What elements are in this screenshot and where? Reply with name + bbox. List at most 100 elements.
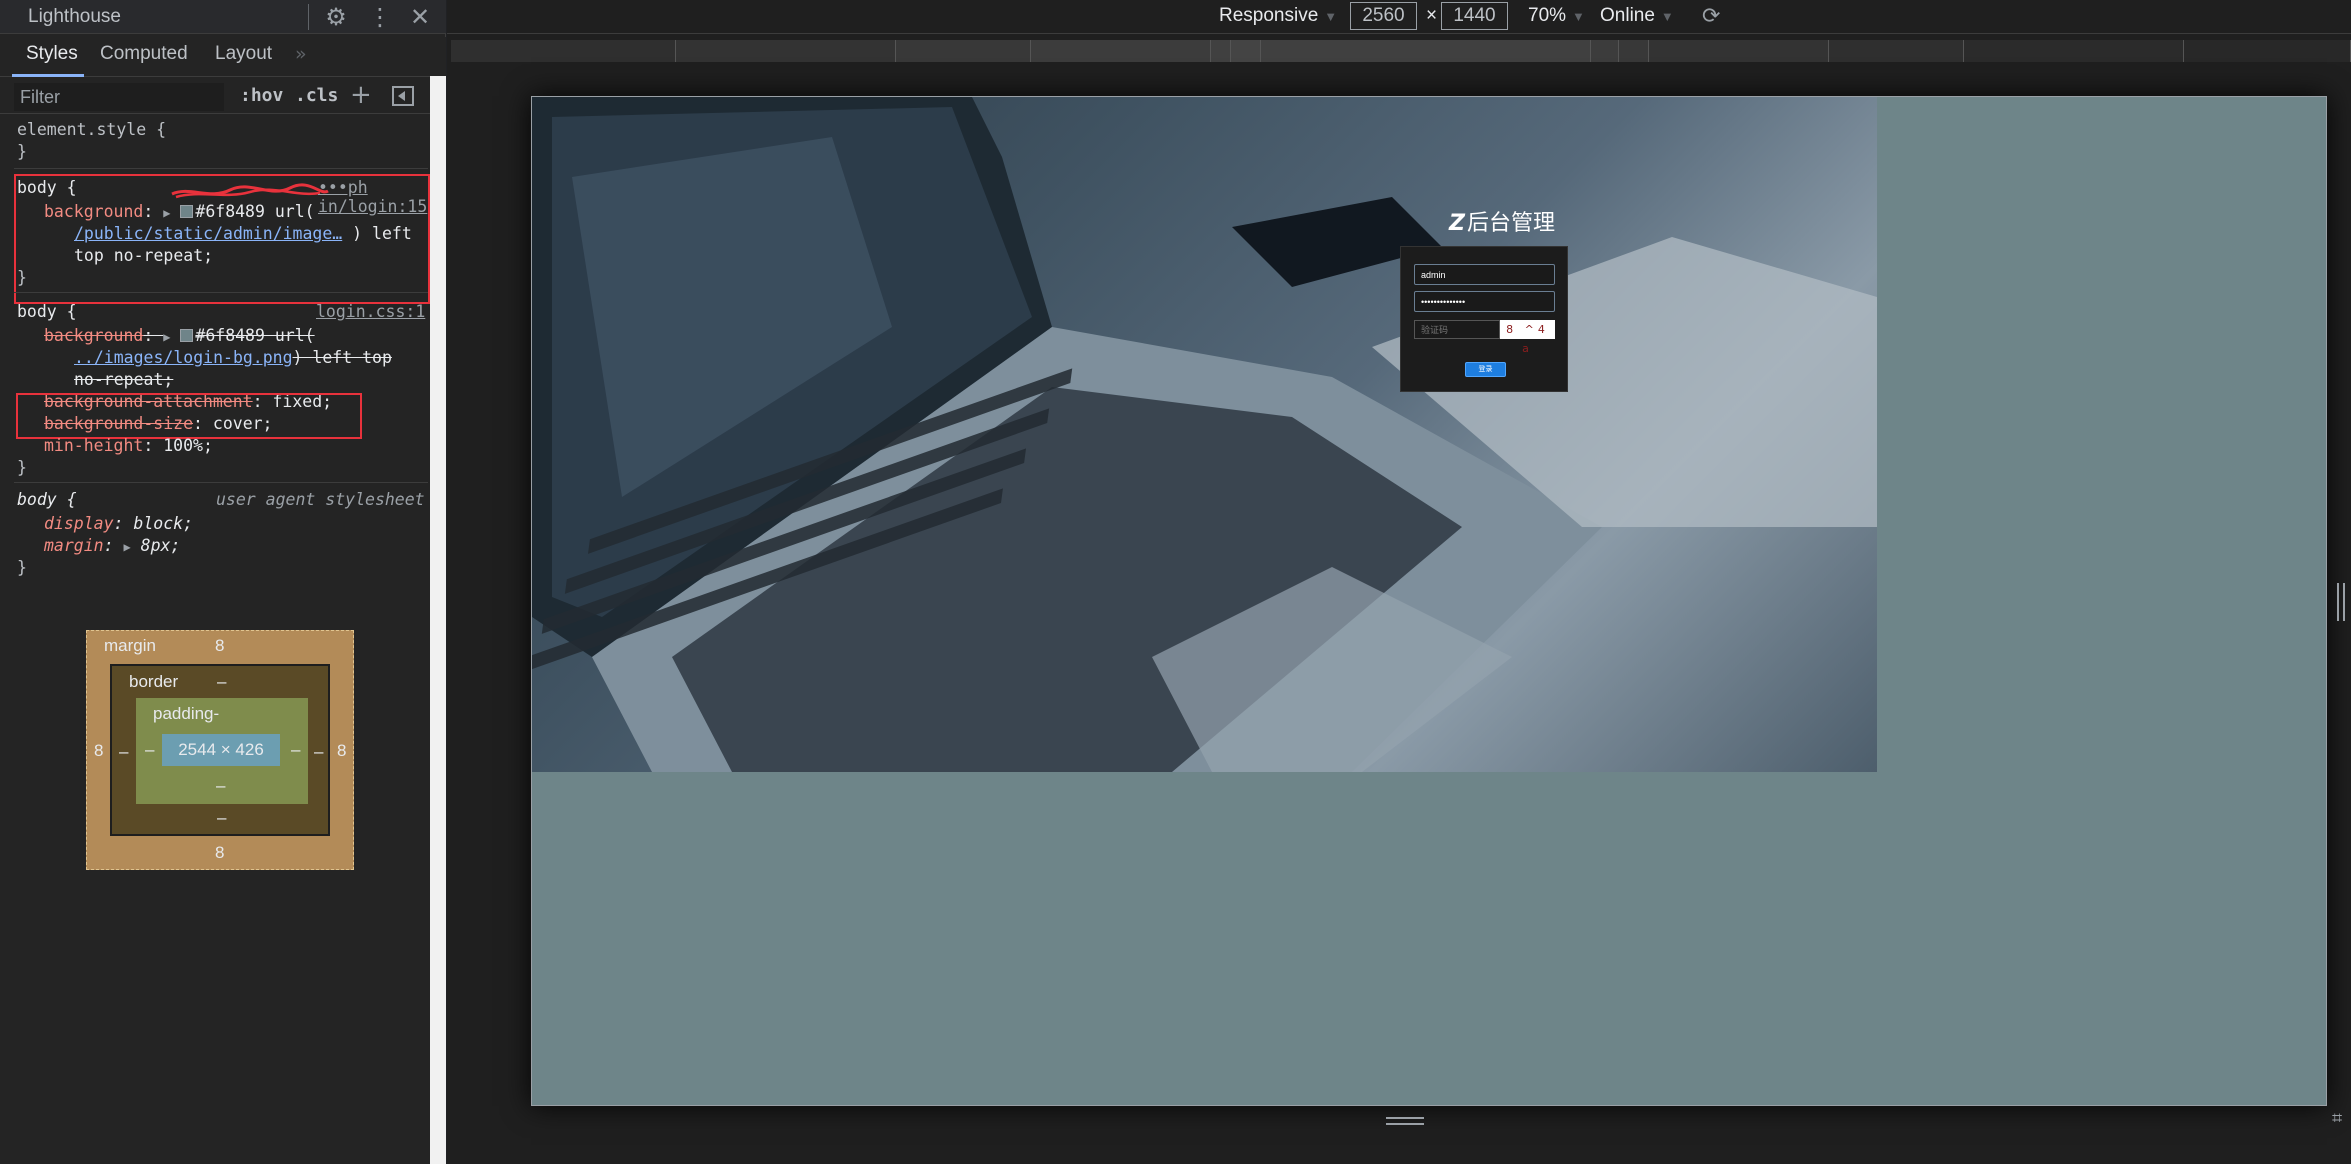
login-button[interactable]: 登录 xyxy=(1465,362,1506,377)
new-rule-button[interactable]: + xyxy=(350,80,372,110)
media-query-segment[interactable] xyxy=(1649,40,1829,62)
dimension-separator: × xyxy=(1426,5,1438,26)
property-name[interactable]: margin xyxy=(44,536,104,555)
login-form: 8 ^4 a 登录 xyxy=(1400,246,1568,392)
logo-text: 后台管理 xyxy=(1466,211,1555,236)
tabs-overflow-icon[interactable]: » xyxy=(295,43,307,65)
sidebar-tabs: Styles Computed Layout » xyxy=(0,37,446,77)
expand-triangle-icon[interactable]: ▶ xyxy=(163,330,170,344)
laptop-photo xyxy=(532,97,1877,772)
rule-close: } xyxy=(17,558,27,577)
rule3-selector[interactable]: body { xyxy=(17,490,77,509)
annotation-box-rule1 xyxy=(14,174,430,304)
media-query-segment[interactable] xyxy=(2184,40,2351,62)
box-model-border[interactable]: border – – – – padding- – – – 2544 × 426 xyxy=(110,664,330,836)
border-right-value[interactable]: – xyxy=(314,742,323,762)
rule3-source: user agent stylesheet xyxy=(216,490,425,509)
media-query-segment[interactable] xyxy=(1261,40,1591,62)
border-left-value[interactable]: – xyxy=(119,742,128,762)
resize-handle-right[interactable] xyxy=(2337,583,2345,621)
gear-icon[interactable]: ⚙ xyxy=(322,3,350,31)
devtools-panel: Lighthouse ⚙ ⋮ ✕ Styles Computed Layout … xyxy=(0,0,446,1164)
margin-bottom-value[interactable]: 8 xyxy=(215,843,224,863)
rule2-minheight-declaration[interactable]: min-height: 100%; xyxy=(44,436,213,455)
rule3-margin-declaration[interactable]: margin: ▶ 8px; xyxy=(44,536,180,555)
content-size-text: 2544 × 426 xyxy=(178,740,264,759)
property-value[interactable]: #6f8489 url( xyxy=(195,326,314,345)
expand-triangle-icon[interactable]: ▶ xyxy=(123,540,130,554)
media-query-bar[interactable] xyxy=(451,40,2351,62)
media-query-segment[interactable] xyxy=(676,40,896,62)
tab-computed[interactable]: Computed xyxy=(100,43,188,65)
username-input[interactable] xyxy=(1414,264,1555,285)
rule2-selector[interactable]: body { xyxy=(17,302,77,321)
media-query-segment[interactable] xyxy=(896,40,1031,62)
property-value[interactable]: 8px; xyxy=(141,536,181,555)
box-model-margin[interactable]: margin 8 8 8 8 border – – – – padding- –… xyxy=(86,630,354,870)
password-input[interactable] xyxy=(1414,291,1555,312)
rule-divider xyxy=(14,168,428,169)
width-input[interactable]: 2560 xyxy=(1350,2,1417,30)
element-style-selector[interactable]: element.style { xyxy=(17,120,166,139)
rotate-icon[interactable]: ⟳ xyxy=(1702,3,1728,29)
network-throttle-select[interactable]: Online ▼ xyxy=(1600,5,1674,27)
padding-right-value[interactable]: – xyxy=(291,740,300,760)
caret-down-icon: ▼ xyxy=(1572,9,1585,24)
border-bottom-value[interactable]: – xyxy=(217,808,226,828)
rule-close: } xyxy=(17,458,27,477)
property-name[interactable]: display xyxy=(44,514,114,533)
rule-divider xyxy=(14,482,428,483)
margin-right-value[interactable]: 8 xyxy=(337,741,346,761)
more-vertical-icon[interactable]: ⋮ xyxy=(366,3,394,31)
resize-handle-bottom[interactable] xyxy=(1386,1117,1424,1125)
media-query-segment[interactable] xyxy=(1031,40,1211,62)
media-query-segment[interactable] xyxy=(1619,40,1649,62)
margin-top-value[interactable]: 8 xyxy=(215,636,224,656)
rule3-display-declaration[interactable]: display: block; xyxy=(44,514,193,533)
device-mode-select[interactable]: Responsive ▼ xyxy=(1219,5,1337,27)
styles-scrollbar[interactable] xyxy=(430,76,446,1164)
filter-input[interactable] xyxy=(14,83,224,111)
media-query-segment[interactable] xyxy=(1211,40,1231,62)
margin-left-value[interactable]: 8 xyxy=(94,741,103,761)
property-value[interactable]: block; xyxy=(133,514,193,533)
close-icon[interactable]: ✕ xyxy=(406,3,434,31)
zoom-select[interactable]: 70% ▼ xyxy=(1528,5,1585,27)
property-value[interactable]: 100%; xyxy=(163,436,213,455)
rule2-background-declaration[interactable]: background: ▶ #6f8489 url( xyxy=(44,326,315,345)
padding-bottom-value[interactable]: – xyxy=(216,776,225,796)
color-swatch[interactable] xyxy=(180,329,194,342)
media-query-segment[interactable] xyxy=(1964,40,2184,62)
media-query-segment[interactable] xyxy=(1231,40,1261,62)
network-label: Online xyxy=(1600,5,1655,26)
site-logo: Z后台管理 xyxy=(1449,205,1555,237)
padding-left-value[interactable]: – xyxy=(145,740,154,760)
captcha-input[interactable] xyxy=(1414,320,1500,339)
media-query-segment[interactable] xyxy=(451,40,676,62)
toggle-sidebar-icon[interactable] xyxy=(392,86,414,106)
border-top-value[interactable]: – xyxy=(217,672,226,692)
property-name[interactable]: min-height xyxy=(44,436,143,455)
panel-title[interactable]: Lighthouse xyxy=(28,6,121,28)
box-model-content-size[interactable]: 2544 × 426 xyxy=(162,734,280,766)
padding-label: padding- xyxy=(153,704,220,723)
device-viewport-area: Responsive ▼ 2560 × 1440 70% ▼ Online ▼ ⟳ xyxy=(447,0,2351,1164)
captcha-image[interactable]: 8 ^4 a xyxy=(1500,320,1555,355)
property-name[interactable]: background xyxy=(44,326,143,345)
hover-state-button[interactable]: :hov xyxy=(240,85,283,106)
rule2-source-link[interactable]: login.css:1 xyxy=(316,302,425,321)
rule-close: } xyxy=(17,142,27,161)
media-query-segment[interactable] xyxy=(1591,40,1619,62)
tab-styles[interactable]: Styles xyxy=(26,43,78,65)
class-button[interactable]: .cls xyxy=(295,85,338,106)
toolbar-divider xyxy=(308,4,309,30)
tab-layout[interactable]: Layout xyxy=(215,43,272,65)
border-label: border xyxy=(129,672,179,691)
box-model-padding[interactable]: padding- – – – 2544 × 426 xyxy=(136,698,308,804)
background-image-link[interactable]: ../images/login-bg.png xyxy=(74,348,293,367)
resize-corner-icon[interactable]: ⌗ xyxy=(2332,1108,2342,1129)
height-input[interactable]: 1440 xyxy=(1441,2,1508,30)
margin-label: margin xyxy=(104,636,156,655)
rule2-value-line3: no-repeat; xyxy=(74,370,174,389)
media-query-segment[interactable] xyxy=(1829,40,1964,62)
